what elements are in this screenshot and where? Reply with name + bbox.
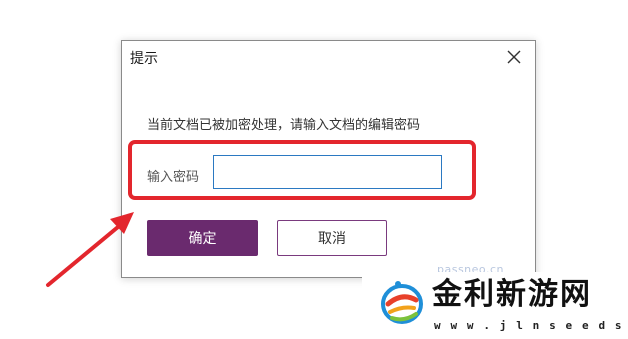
highlight-annotation — [128, 140, 476, 200]
watermark-url: w w w . j l n s e e d s . c o m — [434, 319, 628, 332]
cancel-button[interactable]: 取消 — [277, 220, 387, 256]
dialog-message: 当前文档已被加密处理，请输入文档的编辑密码 — [147, 118, 421, 133]
ok-button[interactable]: 确定 — [147, 220, 258, 256]
screenshot-canvas: 提示 当前文档已被加密处理，请输入文档的编辑密码 输入密码 确定 取消 pass… — [0, 0, 628, 339]
watermark: 金利新游网 w w w . j l n s e e d s . c o m — [362, 272, 628, 339]
watermark-title: 金利新游网 — [432, 277, 592, 312]
close-icon — [507, 50, 521, 64]
dialog-title: 提示 — [130, 51, 158, 67]
watermark-logo — [381, 281, 423, 324]
close-button[interactable] — [501, 45, 527, 69]
